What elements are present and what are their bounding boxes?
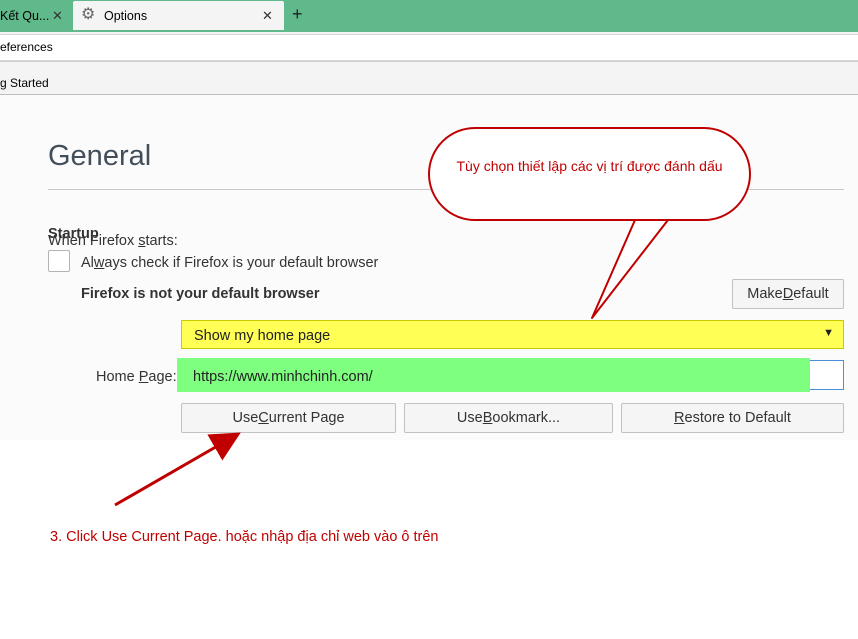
default-browser-checkbox-label[interactable]: Always check if Firefox is your default … xyxy=(81,255,378,271)
url-text: eferences xyxy=(0,40,53,54)
make-default-button[interactable]: Make Default xyxy=(732,279,844,309)
home-page-label: Home Page: xyxy=(96,369,177,385)
nav-bar: eferences xyxy=(0,32,858,62)
instruction-caption: 3. Click Use Current Page. hoặc nhập địa… xyxy=(50,529,439,545)
tab-bar: Kết Qu... ✕ ⚙ Options ✕ + xyxy=(0,0,858,32)
bookmarks-toolbar: g Started xyxy=(0,62,858,95)
page-title: General xyxy=(48,140,152,172)
new-tab-button[interactable]: + xyxy=(292,4,303,25)
callout-text: Tùy chọn thiết lập các vị trí được đánh … xyxy=(456,158,723,174)
annotation-arrow xyxy=(114,432,241,507)
tab-options[interactable]: ⚙ Options ✕ xyxy=(73,1,284,30)
tab-label: Options xyxy=(104,9,148,23)
startup-select[interactable]: Show my home page ▼ xyxy=(181,320,844,349)
default-browser-checkbox[interactable] xyxy=(48,250,70,272)
dropdown-arrow-icon: ▼ xyxy=(823,327,834,339)
use-bookmark-button[interactable]: Use Bookmark... xyxy=(404,403,613,433)
restore-default-button[interactable]: Restore to Default xyxy=(621,403,844,433)
gear-icon: ⚙ xyxy=(81,6,96,23)
close-icon[interactable]: ✕ xyxy=(262,8,273,24)
close-icon[interactable]: ✕ xyxy=(52,8,63,24)
bookmark-item[interactable]: g Started xyxy=(0,76,49,90)
tab-label: Kết Qu... xyxy=(0,9,50,23)
not-default-status: Firefox is not your default browser xyxy=(81,286,320,302)
startup-select-value: Show my home page xyxy=(194,328,331,344)
when-starts-label: When Firefox starts: xyxy=(48,233,178,249)
tab-ket-qua[interactable]: Kết Qu... ✕ xyxy=(0,1,70,30)
home-page-value[interactable]: https://www.minhchinh.com/ xyxy=(193,369,373,385)
use-current-page-button[interactable]: Use Current Page xyxy=(181,403,396,433)
url-input[interactable]: eferences xyxy=(0,34,858,61)
